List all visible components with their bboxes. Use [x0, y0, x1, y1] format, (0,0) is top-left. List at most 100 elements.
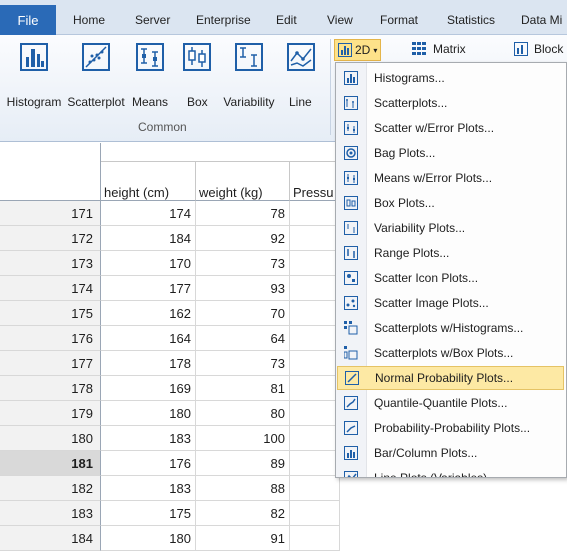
cell-weight[interactable]: 92	[196, 226, 290, 251]
cell-height[interactable]: 174	[101, 201, 196, 226]
menu-item-quantile-quantile-plots[interactable]: Quantile-Quantile Plots...	[337, 391, 564, 415]
tab-view[interactable]: View	[327, 13, 353, 27]
tab-statistics[interactable]: Statistics	[447, 13, 495, 27]
tab-data-mining[interactable]: Data Mi	[521, 13, 562, 27]
cell-pressure[interactable]	[290, 226, 340, 251]
cell-weight[interactable]: 78	[196, 201, 290, 226]
row-number[interactable]: 184	[0, 526, 101, 551]
column-header-height[interactable]: height (cm)	[101, 162, 196, 201]
table-row[interactable]: 178 169 81	[0, 376, 340, 401]
table-row[interactable]: 175 162 70	[0, 301, 340, 326]
tab-edit[interactable]: Edit	[276, 13, 297, 27]
cell-weight[interactable]: 82	[196, 501, 290, 526]
cell-weight[interactable]: 89	[196, 451, 290, 476]
menu-item-scatterplots[interactable]: Scatterplots...	[337, 91, 564, 115]
cell-pressure[interactable]	[290, 276, 340, 301]
row-number[interactable]: 173	[0, 251, 101, 276]
tab-format[interactable]: Format	[380, 13, 418, 27]
menu-item-probability-probability-plots[interactable]: Probability-Probability Plots...	[337, 416, 564, 440]
cell-weight[interactable]: 64	[196, 326, 290, 351]
row-number[interactable]: 176	[0, 326, 101, 351]
cell-height[interactable]: 164	[101, 326, 196, 351]
cell-height[interactable]: 184	[101, 226, 196, 251]
variability-button[interactable]: Variability	[221, 41, 277, 109]
table-row[interactable]: 173 170 73	[0, 251, 340, 276]
row-number[interactable]: 183	[0, 501, 101, 526]
2d-graphs-button[interactable]: 2D ▾	[334, 39, 381, 61]
table-row[interactable]: 176 164 64	[0, 326, 340, 351]
menu-item-bag-plots[interactable]: Bag Plots...	[337, 141, 564, 165]
cell-pressure[interactable]	[290, 401, 340, 426]
tab-file[interactable]: File	[0, 5, 56, 35]
table-row[interactable]: 183 175 82	[0, 501, 340, 526]
cell-weight[interactable]: 70	[196, 301, 290, 326]
cell-pressure[interactable]	[290, 526, 340, 551]
menu-item-box-plots[interactable]: Box Plots...	[337, 191, 564, 215]
menu-item-scatter-image-plots[interactable]: Scatter Image Plots...	[337, 291, 564, 315]
table-row[interactable]: 171 174 78	[0, 201, 340, 226]
row-number[interactable]: 182	[0, 476, 101, 501]
table-row[interactable]: 172 184 92	[0, 226, 340, 251]
sheet-corner[interactable]	[0, 143, 101, 201]
cell-height[interactable]: 180	[101, 526, 196, 551]
cell-weight[interactable]: 81	[196, 376, 290, 401]
menu-item-range-plots[interactable]: Range Plots...	[337, 241, 564, 265]
cell-pressure[interactable]	[290, 201, 340, 226]
table-row[interactable]: 179 180 80	[0, 401, 340, 426]
column-header-pressure[interactable]: Pressu	[290, 162, 340, 201]
menu-item-normal-probability-plots[interactable]: Normal Probability Plots...	[337, 366, 564, 390]
histogram-button[interactable]: Histogram	[5, 41, 63, 109]
table-row[interactable]: 182 183 88	[0, 476, 340, 501]
cell-pressure[interactable]	[290, 476, 340, 501]
menu-item-variability-plots[interactable]: Variability Plots...	[337, 216, 564, 240]
tab-server[interactable]: Server	[135, 13, 170, 27]
cell-height[interactable]: 178	[101, 351, 196, 376]
cell-height[interactable]: 183	[101, 426, 196, 451]
row-number[interactable]: 174	[0, 276, 101, 301]
cell-pressure[interactable]	[290, 501, 340, 526]
table-row[interactable]: 180 183 100	[0, 426, 340, 451]
cell-weight[interactable]: 80	[196, 401, 290, 426]
menu-item-line-plots-variables[interactable]: Line Plots (Variables)...	[337, 466, 564, 477]
menu-item-histograms[interactable]: Histograms...	[337, 66, 564, 90]
cell-height[interactable]: 162	[101, 301, 196, 326]
cell-weight[interactable]: 100	[196, 426, 290, 451]
cell-weight[interactable]: 88	[196, 476, 290, 501]
table-row[interactable]: 181 176 89	[0, 451, 340, 476]
table-row[interactable]: 184 180 91	[0, 526, 340, 551]
matrix-button[interactable]: Matrix	[412, 42, 466, 56]
cell-pressure[interactable]	[290, 301, 340, 326]
cell-pressure[interactable]	[290, 326, 340, 351]
cell-weight[interactable]: 73	[196, 251, 290, 276]
menu-item-scatter-error-plots[interactable]: Scatter w/Error Plots...	[337, 116, 564, 140]
cell-height[interactable]: 183	[101, 476, 196, 501]
means-button[interactable]: Means	[130, 41, 170, 109]
box-button[interactable]: Box	[183, 41, 211, 109]
menu-item-scatterplots-box-plots[interactable]: Scatterplots w/Box Plots...	[337, 341, 564, 365]
row-number[interactable]: 177	[0, 351, 101, 376]
cell-pressure[interactable]	[290, 376, 340, 401]
cell-weight[interactable]: 93	[196, 276, 290, 301]
cell-height[interactable]: 176	[101, 451, 196, 476]
menu-item-scatter-icon-plots[interactable]: Scatter Icon Plots...	[337, 266, 564, 290]
row-number[interactable]: 178	[0, 376, 101, 401]
row-number[interactable]: 175	[0, 301, 101, 326]
menu-item-scatterplots-histograms[interactable]: Scatterplots w/Histograms...	[337, 316, 564, 340]
cell-height[interactable]: 169	[101, 376, 196, 401]
row-number[interactable]: 181	[0, 451, 101, 476]
menu-item-means-error-plots[interactable]: Means w/Error Plots...	[337, 166, 564, 190]
column-header-weight[interactable]: weight (kg)	[196, 162, 290, 201]
line-button[interactable]: Line	[287, 41, 315, 109]
cell-weight[interactable]: 73	[196, 351, 290, 376]
scatterplot-button[interactable]: Scatterplot	[67, 41, 125, 109]
tab-home[interactable]: Home	[73, 13, 105, 27]
tab-enterprise[interactable]: Enterprise	[196, 13, 251, 27]
row-number[interactable]: 171	[0, 201, 101, 226]
cell-height[interactable]: 177	[101, 276, 196, 301]
row-number[interactable]: 172	[0, 226, 101, 251]
row-number[interactable]: 180	[0, 426, 101, 451]
block-button[interactable]: Block	[514, 42, 563, 56]
cell-weight[interactable]: 91	[196, 526, 290, 551]
cell-pressure[interactable]	[290, 251, 340, 276]
cell-height[interactable]: 180	[101, 401, 196, 426]
